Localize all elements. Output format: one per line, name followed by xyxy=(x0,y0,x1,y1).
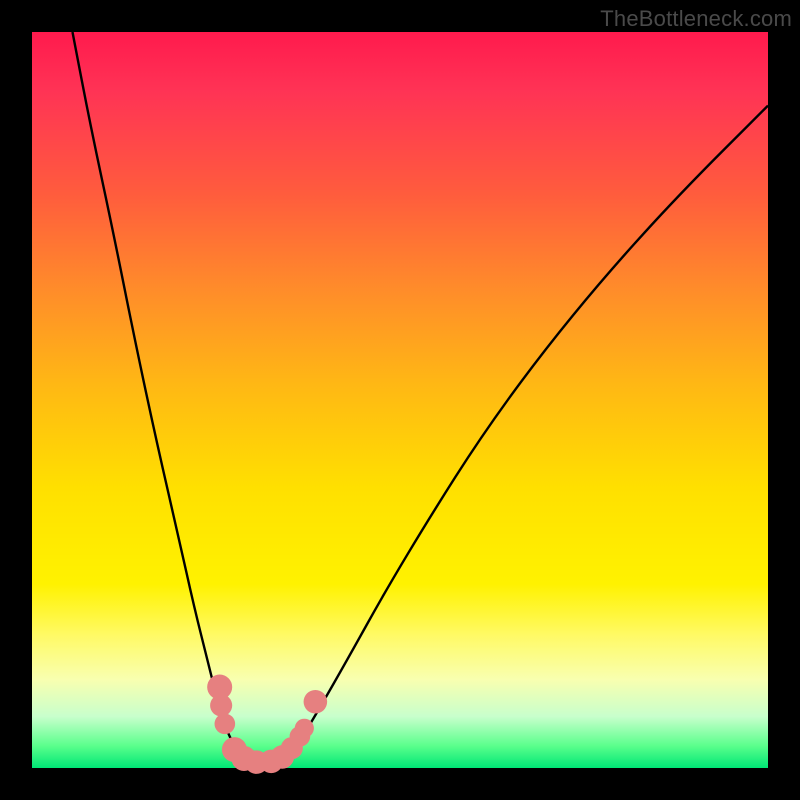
left-curve xyxy=(72,32,245,768)
watermark-text: TheBottleneck.com xyxy=(600,6,792,32)
left-marker-2 xyxy=(210,694,232,716)
right-curve xyxy=(282,106,768,768)
right-marker-6 xyxy=(304,690,328,714)
data-markers xyxy=(207,675,327,774)
left-marker-3 xyxy=(215,714,236,735)
chart-frame: TheBottleneck.com xyxy=(0,0,800,800)
chart-svg xyxy=(32,32,768,768)
right-marker-5 xyxy=(295,719,314,738)
curve-group xyxy=(72,32,768,768)
